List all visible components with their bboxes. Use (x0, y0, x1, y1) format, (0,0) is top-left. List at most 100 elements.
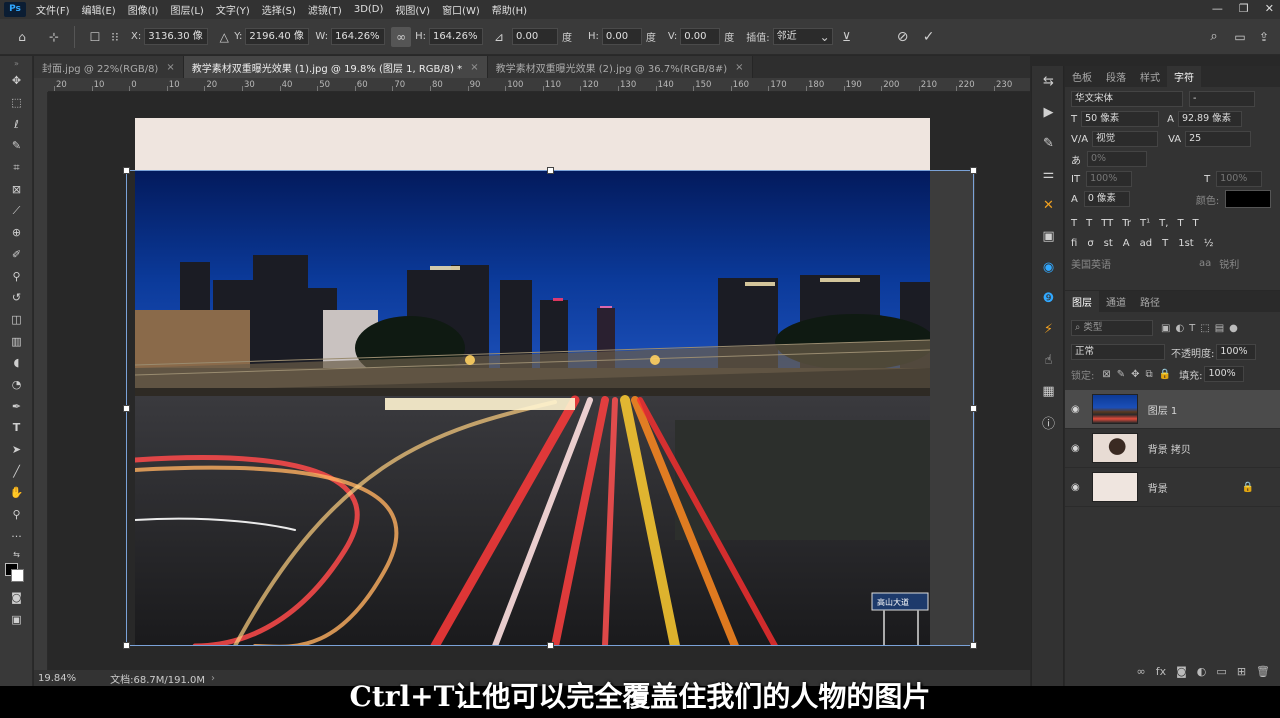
font-family-select[interactable]: 华文宋体 (1071, 91, 1183, 107)
layer-name[interactable]: 背景 (1148, 480, 1168, 495)
tools-cross-icon[interactable]: ✕ (1032, 190, 1065, 221)
vertical-scale-input[interactable]: 100% (1086, 171, 1133, 187)
move-tool-preset-icon[interactable]: ⊹ (44, 27, 64, 47)
path-selection-tool-icon[interactable]: ➤ (0, 439, 33, 461)
vskew-input[interactable]: 0.00 (680, 28, 721, 45)
warp-mode-icon[interactable]: ⊻ (837, 27, 857, 47)
eraser-tool-icon[interactable]: ◫ (0, 309, 33, 331)
layer-mask-icon[interactable]: ◙ (1176, 665, 1187, 678)
line-tool-icon[interactable]: ╱ (0, 460, 33, 482)
titling-alternates-button[interactable]: T (1162, 238, 1168, 249)
leading-input[interactable]: 92.89 像素 (1177, 111, 1242, 127)
libraries-icon[interactable]: ◉ (1032, 252, 1065, 283)
blur-tool-icon[interactable]: ◖ (0, 352, 33, 374)
lock-icons[interactable]: ⊠✎✥⧉🔒 (1102, 369, 1177, 380)
faux-bold-button[interactable]: T (1071, 218, 1077, 229)
history-brush-tool-icon[interactable]: ↺ (0, 287, 33, 309)
info-icon[interactable]: ⓘ (1032, 407, 1065, 438)
layer-style-icon[interactable]: fx (1156, 665, 1166, 678)
tsume-input[interactable]: 0% (1087, 151, 1147, 167)
ordinals-button[interactable]: 1st (1178, 238, 1194, 249)
horizontal-scale-input[interactable]: 100% (1216, 171, 1263, 187)
layer-row-background[interactable]: ◉ 背景 🔒 (1065, 468, 1280, 507)
adjustment-layer-icon[interactable]: ◐ (1197, 665, 1207, 678)
small-caps-button[interactable]: Tr (1122, 218, 1131, 229)
tab-layers[interactable]: 图层 (1065, 291, 1099, 312)
y-input[interactable]: 2196.40 像 (245, 28, 310, 45)
transform-handle-bottom-right[interactable] (970, 642, 977, 649)
new-layer-icon[interactable]: ⊞ (1237, 665, 1246, 678)
opacity-input[interactable]: 100% (1216, 344, 1257, 360)
clone-stamp-tool-icon[interactable]: ⚲ (0, 265, 33, 287)
hand-tool-icon[interactable]: ✋ (0, 482, 33, 504)
toolbar-collapse-icon[interactable]: » (0, 56, 33, 70)
tracking-select[interactable]: 25 (1185, 131, 1252, 147)
tab-character[interactable]: 字符 (1167, 66, 1201, 87)
frame-tool-icon[interactable]: ⊠ (0, 178, 33, 200)
info-panel-icon[interactable]: ▦ (1032, 376, 1065, 407)
screen-mode-icon[interactable]: ▣ (0, 609, 33, 631)
marquee-tool-icon[interactable]: ⬚ (0, 92, 33, 114)
menu-image[interactable]: 图像(I) (122, 2, 165, 17)
zoom-tool-icon[interactable]: ⚲ (0, 504, 33, 526)
layer-row-layer-1[interactable]: ◉ 图层 1 (1065, 390, 1280, 429)
hskew-input[interactable]: 0.00 (601, 28, 642, 45)
tab-paragraph[interactable]: 段落 (1099, 66, 1133, 87)
subscript-button[interactable]: T, (1159, 218, 1168, 229)
search-icon[interactable]: ⌕ (1204, 27, 1224, 47)
menu-type[interactable]: 文字(Y) (210, 2, 256, 17)
tab-active-document[interactable]: 教学素材双重曝光效果 (1).jpg @ 19.8% (图层 1, RGB/8)… (183, 56, 488, 78)
actions-play-icon[interactable]: ▶ (1032, 97, 1065, 128)
quick-select-tool-icon[interactable]: ✎ (0, 135, 33, 157)
menu-help[interactable]: 帮助(H) (486, 2, 533, 17)
transform-handle-right[interactable] (970, 405, 977, 412)
language-select[interactable]: 美国英语 (1071, 256, 1183, 271)
workspace-icon[interactable]: ▭ (1230, 27, 1250, 47)
magic-wand-icon[interactable]: ⚡ (1032, 314, 1065, 345)
free-transform-bounding-box[interactable] (123, 167, 977, 649)
vertical-ruler[interactable] (34, 92, 48, 670)
crop-tool-icon[interactable]: ⌗ (0, 157, 33, 179)
menu-edit[interactable]: 编辑(E) (76, 2, 122, 17)
lasso-tool-icon[interactable]: ℓ (0, 113, 33, 135)
more-tools-icon[interactable]: ··· (0, 525, 33, 547)
menu-layer[interactable]: 图层(L) (164, 2, 209, 17)
relative-position-icon[interactable]: △ (214, 27, 234, 47)
menu-3d[interactable]: 3D(D) (348, 4, 390, 15)
underline-button[interactable]: T (1177, 218, 1183, 229)
transform-handle-top[interactable] (547, 167, 554, 174)
quick-mask-icon[interactable]: ◙ (0, 587, 33, 609)
menu-window[interactable]: 窗口(W) (436, 2, 486, 17)
canvas-area[interactable]: 高山大道 (48, 93, 1030, 670)
blend-mode-select[interactable]: 正常 (1071, 344, 1165, 360)
learn-icon[interactable]: ❾ (1032, 283, 1065, 314)
font-style-select[interactable]: - (1189, 91, 1255, 107)
height-input[interactable]: 164.26% (428, 28, 483, 45)
share-icon[interactable]: ⇪ (1254, 27, 1274, 47)
close-icon[interactable]: × (470, 62, 478, 73)
healing-brush-tool-icon[interactable]: ⊕ (0, 222, 33, 244)
link-layers-icon[interactable]: ∞ (1137, 665, 1146, 678)
tab-paths[interactable]: 路径 (1133, 291, 1167, 312)
layer-name[interactable]: 背景 拷贝 (1148, 441, 1191, 456)
move-tool-icon[interactable]: ✥ (0, 70, 33, 92)
eye-icon[interactable]: ◉ (1071, 443, 1080, 454)
discretionary-ligatures-button[interactable]: st (1104, 238, 1113, 249)
type-tool-icon[interactable]: T (0, 417, 33, 439)
close-icon[interactable]: × (735, 62, 743, 73)
tab-styles[interactable]: 样式 (1133, 66, 1167, 87)
reference-point-checkbox-icon[interactable]: ☐ (85, 27, 105, 47)
rotate-input[interactable]: 0.00 (511, 28, 558, 45)
link-icon[interactable]: ∞ (391, 26, 412, 47)
tab-cover[interactable]: 封面.jpg @ 22%(RGB/8) × (34, 56, 184, 78)
transform-handle-bottom-left[interactable] (123, 642, 130, 649)
color-swatches[interactable] (0, 561, 33, 587)
baseline-shift-input[interactable]: 0 像素 (1083, 191, 1130, 207)
contextual-alternates-button[interactable]: σ (1087, 238, 1093, 249)
commit-transform-icon[interactable]: ✓ (919, 27, 939, 47)
x-input[interactable]: 3136.30 像 (144, 28, 209, 45)
menu-select[interactable]: 选择(S) (256, 2, 302, 17)
layer-filter-icons[interactable]: ▣◐T⬚▤● (1161, 323, 1243, 334)
reference-point-grid-icon[interactable]: ⁝⁝ (105, 27, 125, 47)
ruler-origin[interactable] (34, 78, 48, 92)
